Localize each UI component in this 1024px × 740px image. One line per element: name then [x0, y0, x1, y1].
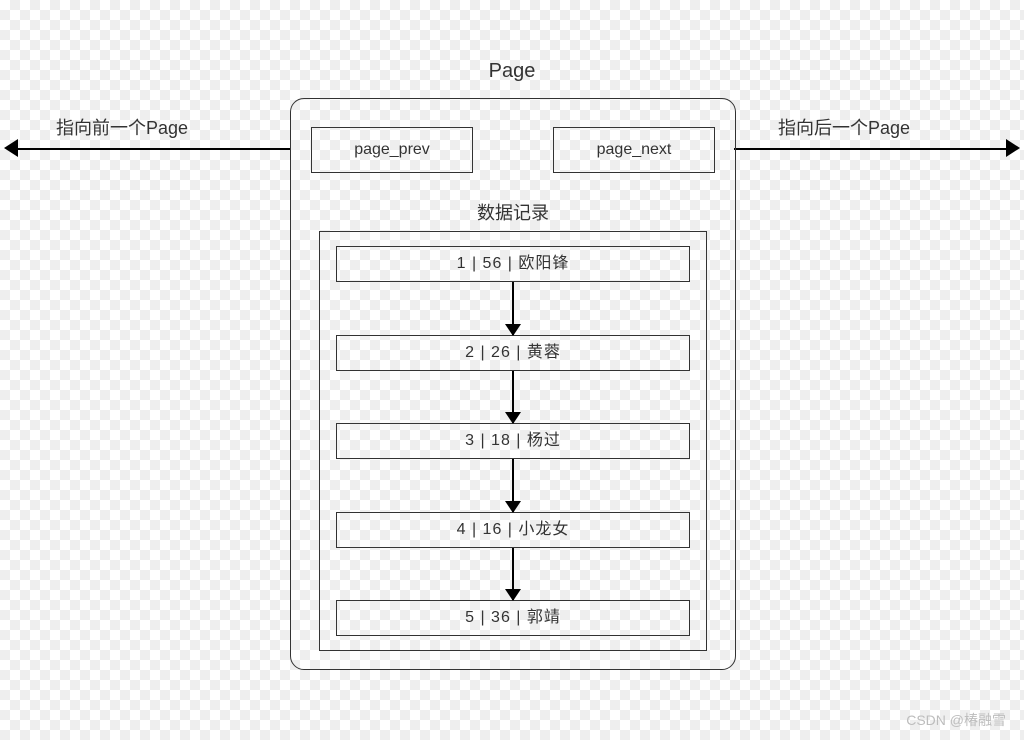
next-pointer-line: [734, 148, 1008, 150]
records-title: 数据记录: [291, 199, 735, 225]
arrow-down-icon: [336, 548, 690, 601]
record-row: 2 | 26 | 黄蓉: [336, 335, 690, 371]
arrow-right-icon: [1006, 139, 1020, 157]
record-row: 4 | 16 | 小龙女: [336, 512, 690, 548]
record-row: 3 | 18 | 杨过: [336, 423, 690, 459]
record-row: 5 | 36 | 郭靖: [336, 600, 690, 636]
arrow-down-icon: [336, 371, 690, 424]
record-row: 1 | 56 | 欧阳锋: [336, 246, 690, 282]
arrow-left-icon: [4, 139, 18, 157]
diagram-canvas: Page 指向前一个Page 指向后一个Page page_prev page_…: [0, 0, 1024, 740]
arrow-down-icon: [336, 459, 690, 512]
next-pointer-caption: 指向后一个Page: [778, 114, 910, 140]
page-next-field: page_next: [553, 127, 715, 173]
records-container: 1 | 56 | 欧阳锋 2 | 26 | 黄蓉 3 | 18 | 杨过 4 | 16…: [319, 231, 707, 651]
page-title: Page: [0, 60, 1024, 83]
prev-pointer-line: [16, 148, 290, 150]
page-prev-field: page_prev: [311, 127, 473, 173]
page-struct-box: page_prev page_next 数据记录 1 | 56 | 欧阳锋 2 |…: [290, 98, 736, 670]
watermark-text: CSDN @椿融雪: [906, 710, 1006, 730]
arrow-down-icon: [336, 282, 690, 335]
prev-pointer-caption: 指向前一个Page: [56, 114, 188, 140]
records-list: 1 | 56 | 欧阳锋 2 | 26 | 黄蓉 3 | 18 | 杨过 4 | 16…: [336, 246, 690, 636]
